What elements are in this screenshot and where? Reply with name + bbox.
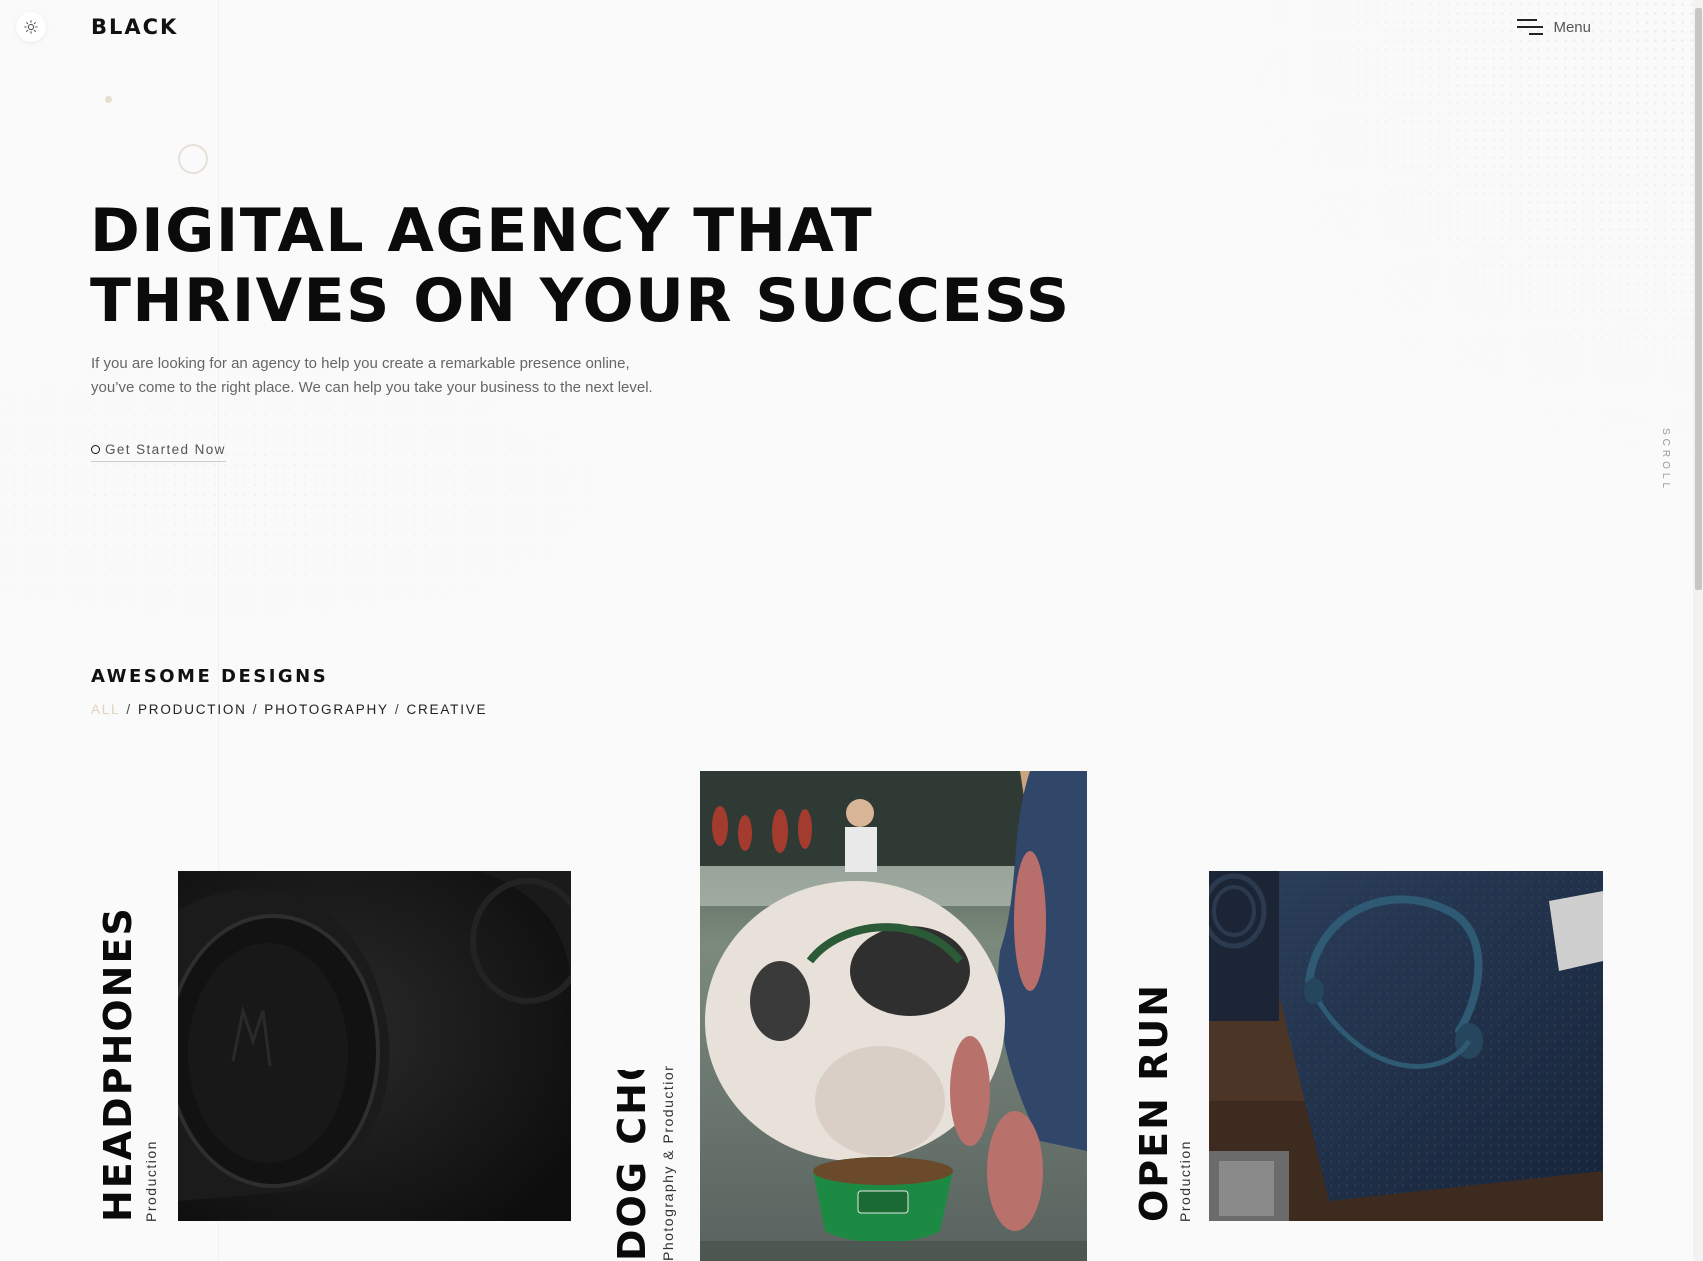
circle-icon	[91, 445, 100, 454]
dot-pattern-decoration	[1183, 0, 1703, 520]
project-title-open-run[interactable]: OPEN RUN	[1132, 983, 1176, 1222]
dog-chow-image	[700, 771, 1087, 1261]
page-scrollbar[interactable]	[1693, 0, 1703, 1261]
menu-label: Menu	[1553, 18, 1591, 36]
page: BLACK Menu DIGITAL AGENCY THAT THRIVES O…	[0, 0, 1703, 1261]
section-title: AWESOME DESIGNS	[91, 666, 329, 687]
logo[interactable]: BLACK	[91, 15, 178, 39]
hero-title: DIGITAL AGENCY THAT THRIVES ON YOUR SUCC…	[90, 196, 1090, 336]
scrollbar-thumb[interactable]	[1695, 8, 1702, 590]
project-category-open-run: Production	[1177, 1140, 1193, 1222]
decorative-dot	[105, 96, 112, 103]
decorative-ring	[178, 144, 208, 174]
filter-creative[interactable]: CREATIVE	[406, 702, 487, 717]
portfolio-filters: ALL / PRODUCTION / PHOTOGRAPHY / CREATIV…	[91, 702, 487, 717]
hero-title-line-2: THRIVES ON YOUR SUCCESS	[90, 266, 1071, 336]
project-image-open-run[interactable]	[1209, 871, 1603, 1221]
filter-all[interactable]: ALL	[91, 702, 120, 717]
filter-separator: /	[394, 702, 401, 717]
filter-separator: /	[126, 702, 132, 717]
get-started-link[interactable]: Get Started Now	[91, 442, 226, 462]
filter-production[interactable]: PRODUCTION	[138, 702, 247, 717]
filter-photography[interactable]: PHOTOGRAPHY	[264, 702, 389, 717]
hero-description: If you are looking for an agency to help…	[91, 355, 653, 396]
hero-title-line-1: DIGITAL AGENCY THAT	[90, 196, 874, 266]
get-started-label: Get Started Now	[105, 442, 226, 457]
menu-button[interactable]: Menu	[1517, 18, 1591, 36]
scroll-indicator: SCROLL	[1660, 428, 1671, 493]
filter-separator: /	[252, 702, 259, 717]
project-image-dog-chow[interactable]	[700, 771, 1087, 1261]
project-title-dog-chow[interactable]: DOG CHOW	[610, 1070, 654, 1261]
project-image-headphones[interactable]	[178, 871, 571, 1221]
project-category-headphones: Production	[143, 1140, 159, 1222]
open-run-image	[1209, 871, 1603, 1221]
project-title-headphones[interactable]: HEADPHONES	[96, 906, 140, 1222]
project-category-dog-chow: Photography & Production	[660, 1066, 676, 1261]
headphones-image	[178, 871, 571, 1221]
theme-toggle-button[interactable]	[16, 12, 46, 42]
sun-icon	[24, 20, 38, 34]
hamburger-icon	[1517, 18, 1544, 36]
